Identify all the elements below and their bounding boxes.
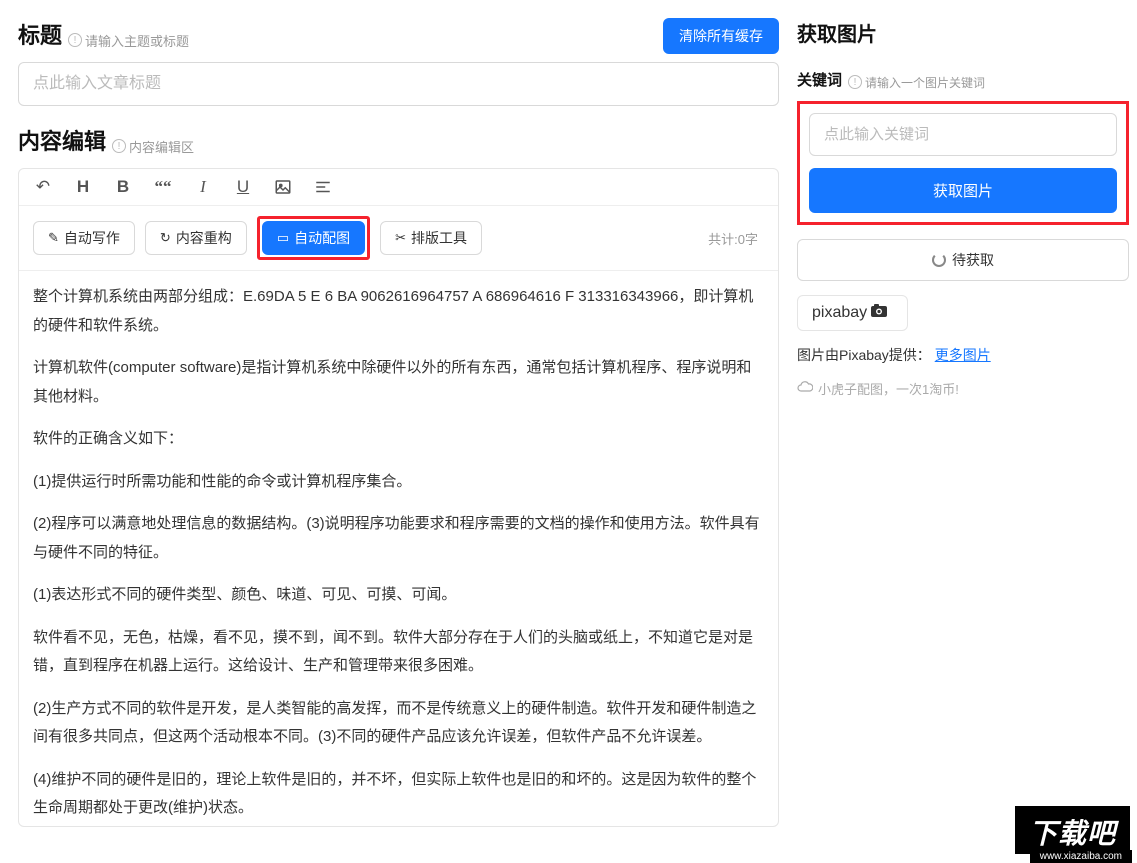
content-label: 内容编辑 bbox=[18, 124, 106, 156]
content-paragraph: 软件的正确含义如下： bbox=[33, 425, 764, 454]
image-icon[interactable] bbox=[273, 177, 293, 197]
heading-icon[interactable]: H bbox=[73, 177, 93, 197]
camera-icon bbox=[871, 304, 893, 322]
highlight-keyword-area: 获取图片 bbox=[797, 101, 1129, 225]
content-editor[interactable]: 整个计算机系统由两部分组成：E.69DA 5 E 6 BA 9062616964… bbox=[19, 271, 778, 826]
image-placeholder-icon: ▭ bbox=[277, 230, 289, 246]
layout-tool-button[interactable]: ✂ 排版工具 bbox=[380, 221, 482, 255]
brand-logo: 下载吧 bbox=[1013, 804, 1132, 856]
keyword-hint: ! 请输入一个图片关键词 bbox=[848, 74, 985, 91]
scissors-icon: ✂ bbox=[395, 230, 406, 246]
promo-text: 小虎子配图，一次1淘币! bbox=[797, 379, 1129, 398]
format-toolbar: ↶ H B ““ I U bbox=[19, 169, 778, 206]
fetch-image-button[interactable]: 获取图片 bbox=[809, 168, 1117, 213]
content-paragraph: (1)表达形式不同的硬件类型、颜色、味道、可见、可摸、可闻。 bbox=[33, 581, 764, 610]
content-paragraph: (1)提供运行时所需功能和性能的命令或计算机程序集合。 bbox=[33, 468, 764, 497]
content-restruct-button[interactable]: ↻ 内容重构 bbox=[145, 221, 247, 255]
title-label: 标题 bbox=[18, 18, 62, 50]
content-paragraph: (2)程序可以满意地处理信息的数据结构。(3)说明程序功能要求和程序需要的文档的… bbox=[33, 510, 764, 567]
info-icon: ! bbox=[68, 33, 82, 47]
auto-image-button[interactable]: ▭ 自动配图 bbox=[262, 221, 365, 255]
action-toolbar: ✎ 自动写作 ↻ 内容重构 ▭ 自动配图 ✂ 排版工具 共计:0字 bbox=[19, 206, 778, 271]
content-paragraph: (4)维护不同的硬件是旧的，理论上软件是旧的，并不坏，但实际上软件也是旧的和坏的… bbox=[33, 766, 764, 823]
article-title-input[interactable] bbox=[18, 62, 779, 106]
more-images-link[interactable]: 更多图片 bbox=[935, 347, 991, 363]
refresh-icon: ↻ bbox=[160, 230, 171, 246]
content-paragraph: 软件看不见，无色，枯燥，看不见，摸不到，闻不到。软件大部分存在于人们的头脑或纸上… bbox=[33, 624, 764, 681]
brand-url: www.xiazaiba.com bbox=[1030, 850, 1132, 863]
underline-icon[interactable]: U bbox=[233, 177, 253, 197]
info-icon: ! bbox=[848, 75, 862, 89]
cloud-icon bbox=[797, 380, 813, 396]
content-paragraph: (2)生产方式不同的软件是开发，是人类智能的高发挥，而不是传统意义上的硬件制造。… bbox=[33, 695, 764, 752]
quote-icon[interactable]: ““ bbox=[153, 177, 173, 197]
spinner-icon bbox=[932, 253, 946, 267]
auto-write-button[interactable]: ✎ 自动写作 bbox=[33, 221, 135, 255]
align-icon[interactable] bbox=[313, 177, 333, 197]
bold-icon[interactable]: B bbox=[113, 177, 133, 197]
editor: ↶ H B ““ I U ✎ 自动写作 ↻ bbox=[18, 168, 779, 827]
content-hint: ! 内容编辑区 bbox=[112, 137, 194, 156]
word-count: 共计:0字 bbox=[708, 229, 758, 248]
italic-icon[interactable]: I bbox=[193, 177, 213, 197]
undo-icon[interactable]: ↶ bbox=[33, 177, 53, 197]
keyword-label: 关键词 bbox=[797, 69, 842, 90]
content-paragraph: 整个计算机系统由两部分组成：E.69DA 5 E 6 BA 9062616964… bbox=[33, 283, 764, 340]
clear-cache-button[interactable]: 清除所有缓存 bbox=[663, 18, 779, 54]
highlight-auto-image: ▭ 自动配图 bbox=[257, 216, 370, 260]
fetch-image-title: 获取图片 bbox=[797, 18, 1129, 47]
pencil-icon: ✎ bbox=[48, 230, 59, 246]
keyword-input[interactable] bbox=[809, 113, 1117, 156]
pixabay-card[interactable]: pixabay bbox=[797, 295, 908, 331]
title-hint: ! 请输入主题或标题 bbox=[68, 31, 189, 50]
image-credit: 图片由Pixabay提供： 更多图片 bbox=[797, 345, 1129, 365]
content-paragraph: 计算机软件(computer software)是指计算机系统中除硬件以外的所有… bbox=[33, 354, 764, 411]
pending-button[interactable]: 待获取 bbox=[797, 239, 1129, 281]
info-icon: ! bbox=[112, 139, 126, 153]
